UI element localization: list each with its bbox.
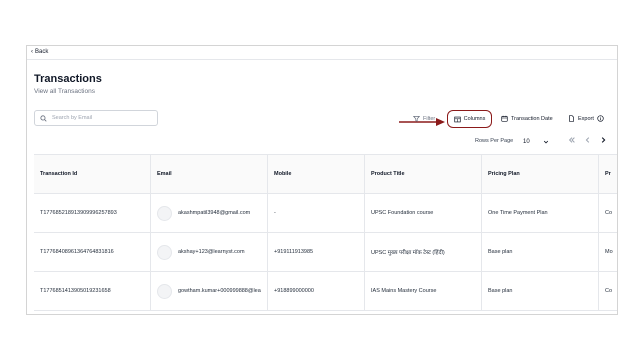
rows-per-page-select[interactable]: 10 [523, 135, 549, 148]
page-subtitle: View all Transactions [34, 88, 95, 95]
chevron-down-icon [543, 140, 549, 143]
file-export-icon [569, 115, 574, 122]
pricing-plan-cell: Base plan [482, 233, 599, 271]
app-frame: ‹ Back Transactions View all Transaction… [26, 45, 618, 315]
export-button[interactable]: Export [568, 111, 604, 126]
email-cell: akshay+123@learnyst.com [151, 233, 268, 271]
column-header[interactable]: Mobile [268, 155, 365, 193]
pricing-plan-cell: One Time Payment Plan [482, 194, 599, 232]
table-row[interactable]: T17768521891390999625789​3 akashmpatil39… [34, 194, 617, 233]
filter-icon [413, 116, 420, 122]
transaction-date-label: Transaction Date [511, 115, 553, 122]
table-header-row: Transaction Id Email Mobile Product Titl… [34, 155, 617, 194]
filter-label: Filter [423, 115, 436, 122]
back-link[interactable]: ‹ Back [31, 49, 48, 55]
chevron-left-icon: ‹ [31, 49, 33, 55]
column-header[interactable]: Pricing Plan [482, 155, 599, 193]
column-header[interactable]: Product Title [365, 155, 482, 193]
header-divider [27, 59, 617, 60]
chevron-right-icon [601, 137, 606, 143]
previous-page-button[interactable] [584, 136, 592, 146]
page-title: Transactions [34, 73, 102, 85]
transaction-id-cell: T17768408961364764831816 [34, 233, 151, 271]
next-page-button[interactable] [599, 136, 607, 146]
transaction-id-cell: T17768521891390999625789​3 [34, 194, 151, 232]
columns-icon [453, 116, 461, 122]
transaction-date-button[interactable]: Transaction Date [501, 111, 553, 126]
avatar [157, 244, 172, 260]
info-icon [597, 115, 604, 122]
rows-per-page-value: 10 [523, 138, 530, 145]
truncated-cell: Mo [605, 249, 613, 255]
email-text: akashmpatil3948@gmail.com [178, 210, 251, 216]
first-page-button[interactable] [568, 136, 576, 146]
mobile-cell: +918899000000 [268, 272, 365, 310]
email-cell: gowtham.kumar+000999888@lea [151, 272, 268, 310]
columns-button[interactable]: Columns [447, 110, 492, 128]
rows-per-page-label: Rows Per Page [475, 138, 514, 144]
search-input[interactable] [52, 115, 152, 121]
avatar [157, 205, 172, 221]
transactions-table: Transaction Id Email Mobile Product Titl… [34, 154, 617, 311]
table-row[interactable]: T17768514139050192316​58 gowtham.kumar+0… [34, 272, 617, 311]
mobile-cell: - [268, 194, 365, 232]
search-box[interactable] [34, 110, 158, 126]
export-label: Export [578, 115, 594, 122]
pricing-plan-cell: Base plan [482, 272, 599, 310]
column-header[interactable]: Transaction Id [34, 155, 151, 193]
column-header[interactable]: Pr [599, 155, 617, 193]
transaction-id-cell: T17768514139050192316​58 [34, 272, 151, 310]
calendar-icon [501, 115, 508, 122]
chevrons-left-icon [568, 137, 575, 143]
chevron-left-icon [585, 137, 590, 143]
truncated-cell: Co [605, 210, 613, 216]
columns-label: Columns [463, 116, 486, 122]
product-title-cell: IAS Mains Mastery Course [365, 272, 482, 310]
filter-button[interactable]: Filter [413, 111, 435, 126]
avatar [157, 283, 172, 299]
back-label: Back [35, 49, 49, 55]
search-icon [40, 114, 47, 122]
product-title-cell: UPSC Foundation course [365, 194, 482, 232]
email-text: gowtham.kumar+000999888@lea [178, 288, 261, 294]
table-row[interactable]: T17768408961364764831816 akshay+123@lear… [34, 233, 617, 272]
mobile-cell: +919111913985 [268, 233, 365, 271]
column-header[interactable]: Email [151, 155, 268, 193]
email-text: akshay+123@learnyst.com [178, 249, 245, 255]
product-title-cell: UPSC मुख्य परीक्षा मॉक टेस्ट (हिंदी) [365, 233, 482, 271]
truncated-cell: Co [605, 288, 613, 294]
email-cell: akashmpatil3948@gmail.com [151, 194, 268, 232]
